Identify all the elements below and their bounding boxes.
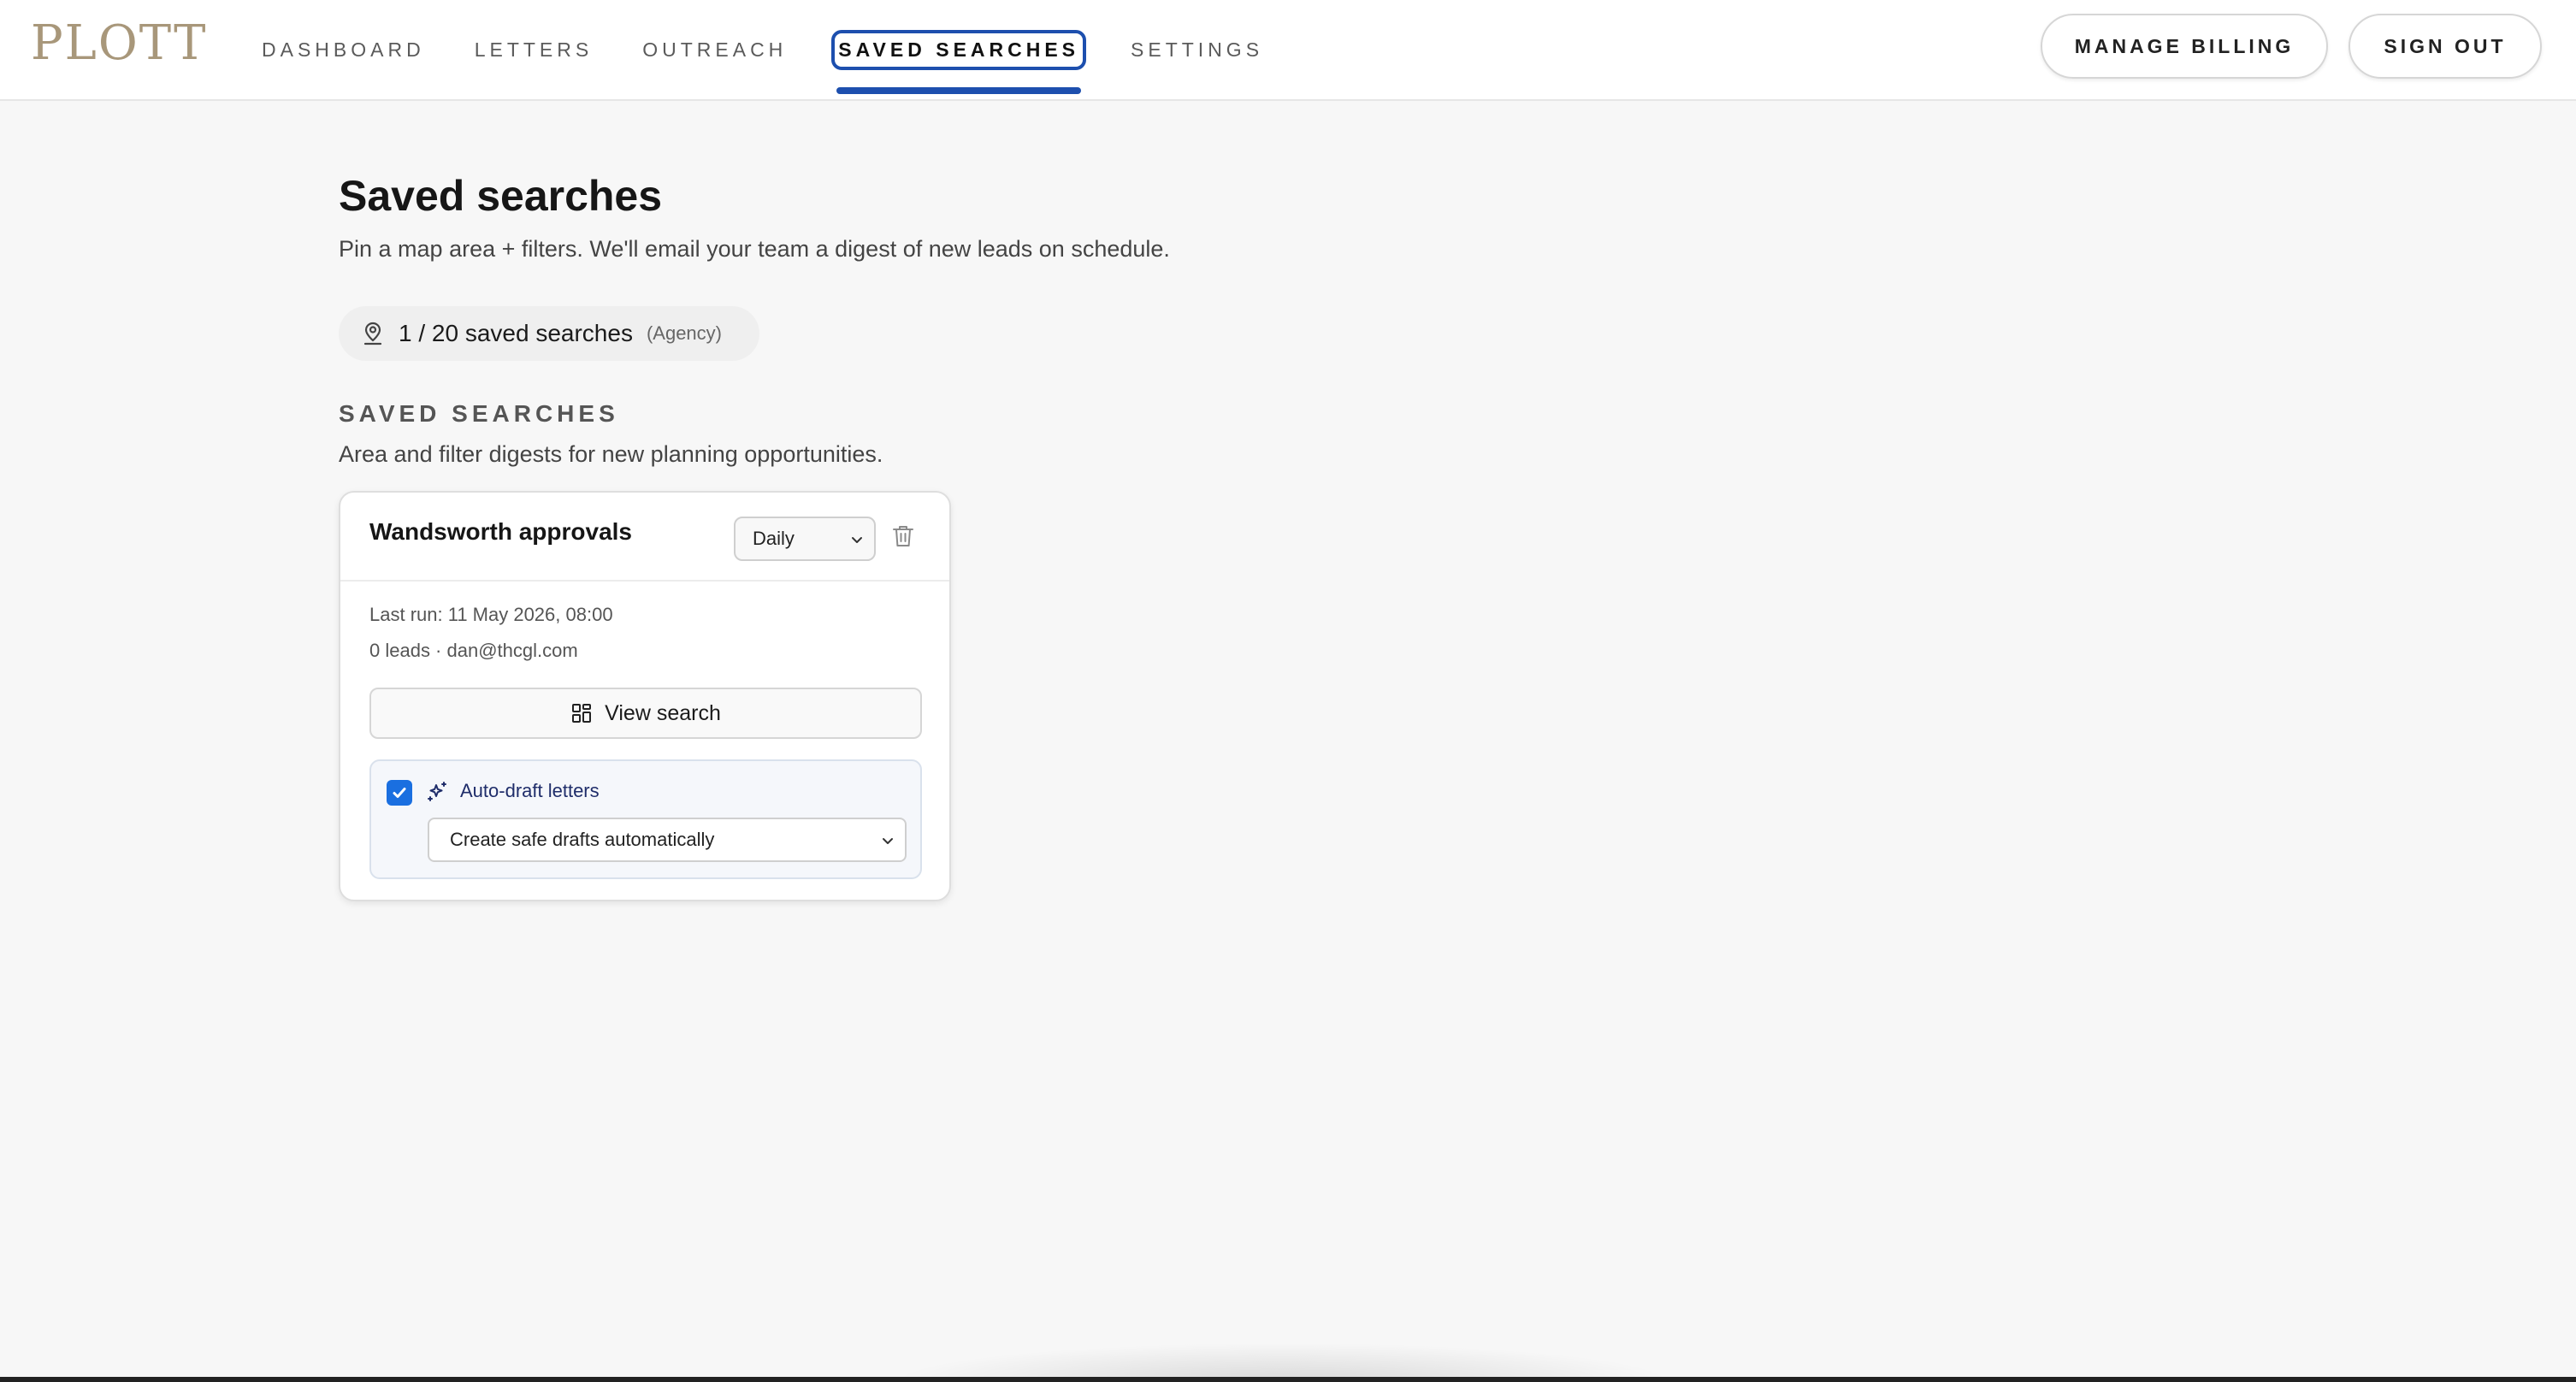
nav-saved-searches[interactable]: SAVED SEARCHES (831, 0, 1087, 99)
saved-search-title: Wandsworth approvals (369, 518, 633, 545)
nav-outreach-label: OUTREACH (642, 38, 788, 61)
last-run-text: Last run: 11 May 2026, 08:00 (369, 604, 613, 625)
nav-dashboard-label: DASHBOARD (262, 38, 425, 61)
nav-outreach[interactable]: OUTREACH (642, 0, 787, 99)
frequency-select[interactable]: Daily (734, 517, 876, 561)
quota-count: 1 / 20 saved searches (399, 320, 633, 346)
nav-saved-searches-label: SAVED SEARCHES (831, 29, 1087, 70)
auto-draft-label: Auto-draft letters (460, 780, 600, 801)
frequency-value: Daily (753, 528, 795, 549)
map-pin-user-icon (363, 322, 382, 346)
grid-layout-icon (572, 704, 592, 723)
trash-icon[interactable] (891, 523, 915, 549)
plott-logo[interactable]: PLOTT (31, 15, 208, 71)
sign-out-button[interactable]: SIGN OUT (2349, 14, 2542, 79)
saved-search-quota-badge: 1 / 20 saved searches (Agency) (339, 306, 759, 361)
leads-recipient-text: 0 leads · dan@thcgl.com (369, 640, 578, 661)
page-title: Saved searches (339, 172, 663, 220)
view-search-button[interactable]: View search (369, 688, 922, 739)
auto-draft-panel: Auto-draft letters Create safe drafts au… (369, 759, 922, 879)
nav-settings[interactable]: SETTINGS (1131, 0, 1263, 99)
auto-draft-checkbox[interactable] (387, 780, 412, 806)
section-heading: SAVED SEARCHES (339, 400, 619, 427)
section-subtitle: Area and filter digests for new planning… (339, 441, 883, 467)
draft-mode-value: Create safe drafts automatically (450, 829, 715, 850)
page-subtitle: Pin a map area + filters. We'll email yo… (339, 236, 1170, 262)
nav-letters[interactable]: LETTERS (475, 0, 594, 99)
window-bottom-edge (0, 1377, 2576, 1382)
manage-billing-button[interactable]: MANAGE BILLING (2041, 14, 2328, 79)
top-navigation-bar: PLOTT DASHBOARD LETTERS OUTREACH SAVED S… (0, 0, 2576, 101)
card-header: Wandsworth approvals Daily (340, 493, 949, 582)
nav-settings-label: SETTINGS (1131, 38, 1264, 61)
view-search-label: View search (605, 700, 721, 725)
nav-dashboard[interactable]: DASHBOARD (262, 0, 425, 99)
sparkles-icon (428, 782, 446, 801)
draft-mode-select[interactable]: Create safe drafts automatically (428, 818, 907, 862)
checkmark-icon (393, 788, 406, 798)
nav-letters-label: LETTERS (474, 38, 594, 61)
chevron-down-icon (883, 838, 893, 844)
chevron-down-icon (852, 537, 862, 543)
saved-search-card: Wandsworth approvals Daily Last run: 11 … (339, 491, 951, 901)
plan-tier: (Agency) (646, 322, 722, 344)
main-nav: DASHBOARD LETTERS OUTREACH SAVED SEARCHE… (262, 0, 1313, 99)
